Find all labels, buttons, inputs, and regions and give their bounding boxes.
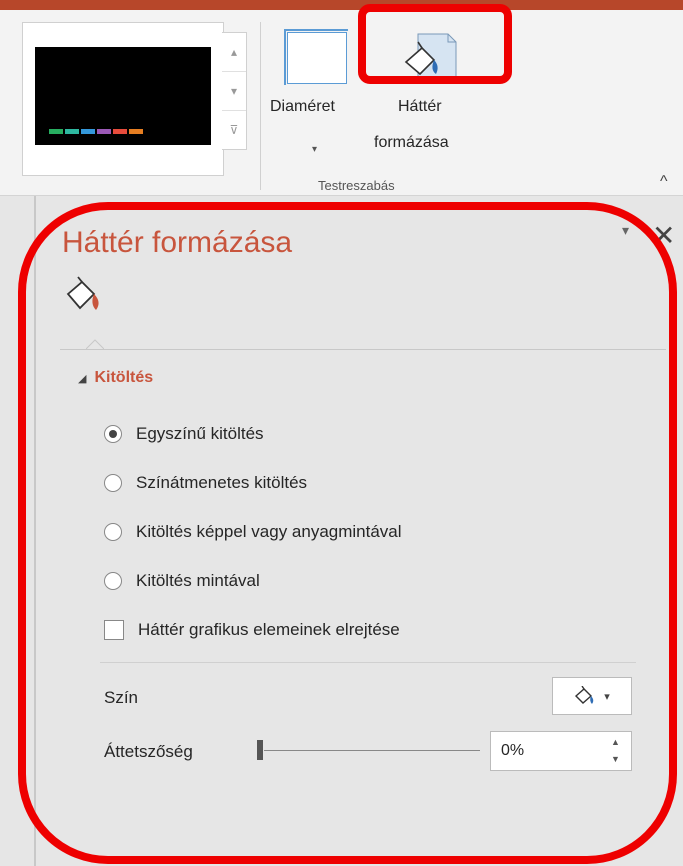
swatch-red xyxy=(113,129,127,134)
swatch-orange xyxy=(129,129,143,134)
highlight-format-pane xyxy=(18,202,677,864)
gallery-down-button[interactable]: ▾ xyxy=(222,72,246,111)
slide-size-dropdown-arrow[interactable]: ▾ xyxy=(312,144,317,155)
highlight-format-background-button xyxy=(358,4,512,84)
customize-group-label: Testreszabás xyxy=(318,178,395,193)
format-background-label-line2[interactable]: formázása xyxy=(374,134,449,152)
slide-size-label[interactable]: Diaméret xyxy=(270,98,335,116)
theme-thumbnail[interactable] xyxy=(35,47,211,145)
swatch-green xyxy=(49,129,63,134)
gallery-scroll: ▴ ▾ ⊽ xyxy=(222,32,247,150)
gallery-up-button[interactable]: ▴ xyxy=(222,33,246,72)
format-background-label-line1[interactable]: Háttér xyxy=(398,98,442,116)
swatch-blue xyxy=(81,129,95,134)
ribbon: ▴ ▾ ⊽ Diaméret ▾ Háttér formázása Testre… xyxy=(0,10,683,196)
theme-color-swatches xyxy=(49,129,143,134)
collapse-ribbon-button[interactable]: ^ xyxy=(660,173,668,191)
slide-size-icon[interactable] xyxy=(284,29,348,85)
gallery-more-button[interactable]: ⊽ xyxy=(222,111,246,149)
swatch-teal xyxy=(65,129,79,134)
themes-gallery[interactable] xyxy=(22,22,224,176)
swatch-purple xyxy=(97,129,111,134)
group-separator xyxy=(260,22,261,190)
title-bar-strip xyxy=(0,0,683,10)
